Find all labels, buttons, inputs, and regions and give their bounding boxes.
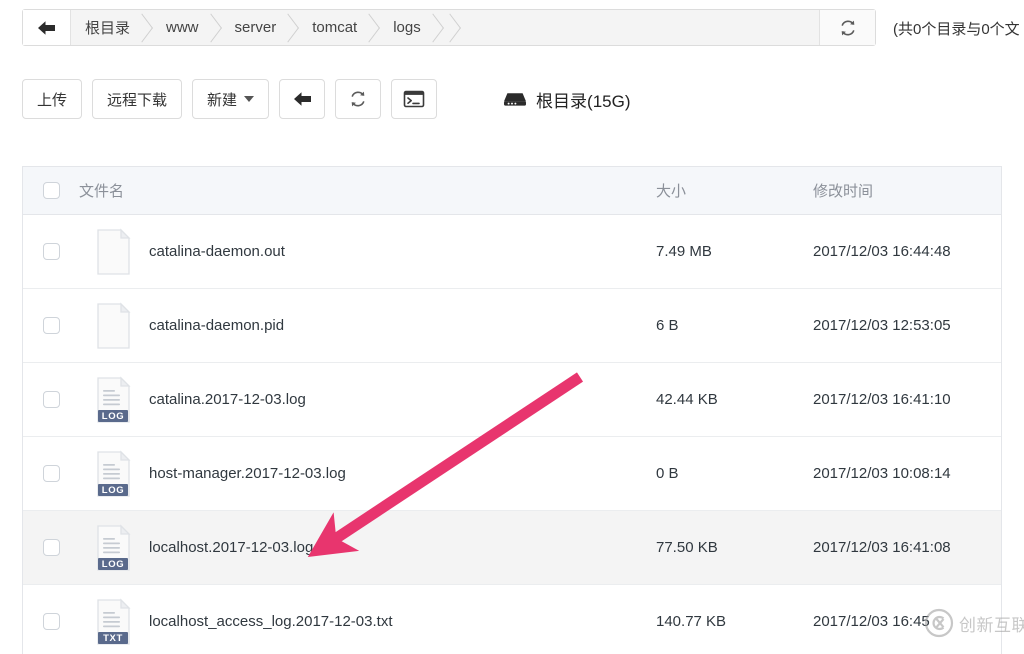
column-header-time[interactable]: 修改时间 [813,180,1001,201]
row-checkbox[interactable] [42,465,60,482]
breadcrumb-item-label: www [166,19,199,36]
file-time-cell: 2017/12/03 16:41:08 [813,539,951,556]
file-name-label: localhost.2017-12-03.log [149,539,314,556]
file-table: 文件名 大小 修改时间 catalina-daemon.out 7.49 MB 20… [22,166,1002,654]
file-blank-icon [95,227,135,276]
file-name-cell[interactable]: LOG catalina.2017-12-03.log [79,375,656,424]
file-name-cell[interactable]: LOG host-manager.2017-12-03.log [79,449,656,498]
file-size-cell: 42.44 KB [656,391,718,408]
toolbar-refresh-button[interactable] [335,79,382,119]
row-checkbox[interactable] [42,613,60,630]
new-dropdown-button[interactable]: 新建 [192,79,270,119]
file-name-label: catalina-daemon.out [149,243,285,260]
table-row[interactable]: LOG host-manager.2017-12-03.log 0 B 2017/12… [23,437,1001,511]
file-manager-page: 根目录 www server tomcat logs (共0个目录与0个文 上传… [0,0,1024,654]
column-header-name[interactable]: 文件名 [79,180,656,201]
file-log-icon: LOG [95,449,135,498]
file-size-cell: 7.49 MB [656,243,712,260]
file-blank-icon [95,301,135,350]
breadcrumb-list: 根目录 www server tomcat logs [71,10,819,45]
row-select-cell [23,391,79,408]
file-name-cell[interactable]: LOG localhost.2017-12-03.log [79,523,656,572]
breadcrumb-item-label: tomcat [312,19,358,36]
file-size-cell: 6 B [656,317,679,334]
row-checkbox[interactable] [42,243,60,260]
breadcrumb-item-logs[interactable]: logs [377,10,441,45]
file-txt-icon: TXT [95,597,135,646]
file-name-cell[interactable]: catalina-daemon.out [79,227,656,276]
breadcrumb-tail [441,10,471,45]
toolbar: 上传 远程下载 新建 根目录(15G) [22,79,631,119]
column-header-name-label: 文件名 [79,183,125,200]
file-time-cell: 2017/12/03 16:41:10 [813,391,951,408]
table-row[interactable]: TXT localhost_access_log.2017-12-03.txt 14… [23,585,1001,654]
watermark: 创新互联 [924,608,1024,638]
breadcrumb-item-label: server [234,19,277,36]
file-name-cell[interactable]: catalina-daemon.pid [79,301,656,350]
breadcrumb-item-server[interactable]: server [219,10,297,45]
new-dropdown-label: 新建 [207,91,238,109]
table-row[interactable]: catalina-daemon.out 7.49 MB 2017/12/03 16:… [23,215,1001,289]
file-name-label: host-manager.2017-12-03.log [149,465,346,482]
terminal-icon [403,90,425,108]
select-all-checkbox[interactable] [42,182,60,199]
refresh-icon [840,20,855,35]
file-log-icon: LOG [95,375,135,424]
svg-text:LOG: LOG [102,411,124,422]
row-checkbox[interactable] [42,539,60,556]
watermark-text: 创新互联 [959,615,1024,635]
row-select-cell [23,243,79,260]
row-checkbox[interactable] [42,317,60,334]
disk-label-text: 根目录(15G) [536,91,631,111]
table-header-row: 文件名 大小 修改时间 [23,167,1001,215]
row-select-cell [23,465,79,482]
row-select-cell [23,613,79,630]
breadcrumb: 根目录 www server tomcat logs [22,9,876,46]
file-name-cell[interactable]: TXT localhost_access_log.2017-12-03.txt [79,597,656,646]
breadcrumb-refresh-button[interactable] [819,10,875,45]
breadcrumb-item-www[interactable]: www [150,10,219,45]
row-select-cell [23,317,79,334]
file-name-label: localhost_access_log.2017-12-03.txt [149,613,393,630]
harddisk-icon [504,93,527,106]
table-body: catalina-daemon.out 7.49 MB 2017/12/03 16:… [23,215,1001,654]
remote-download-button[interactable]: 远程下载 [92,79,183,119]
breadcrumb-item-root[interactable]: 根目录 [71,10,150,45]
table-row[interactable]: catalina-daemon.pid 6 B 2017/12/03 12:53:0… [23,289,1001,363]
row-select-cell [23,539,79,556]
disk-label: 根目录(15G) [503,87,631,112]
file-name-label: catalina.2017-12-03.log [149,391,306,408]
breadcrumb-item-label: logs [393,19,421,36]
file-time-cell: 2017/12/03 12:53:05 [813,317,951,334]
file-log-icon: LOG [95,523,135,572]
svg-text:LOG: LOG [102,559,124,570]
row-checkbox[interactable] [42,391,60,408]
table-row[interactable]: LOG catalina.2017-12-03.log 42.44 KB 2017/1… [23,363,1001,437]
breadcrumb-item-tomcat[interactable]: tomcat [296,10,377,45]
refresh-icon [351,91,365,107]
back-arrow-icon [293,92,311,106]
column-header-size[interactable]: 大小 [656,180,813,201]
svg-text:TXT: TXT [103,633,123,644]
select-all-cell [23,182,79,199]
breadcrumb-item-label: 根目录 [85,20,131,37]
file-size-cell: 77.50 KB [656,539,718,556]
terminal-button[interactable] [391,79,438,119]
watermark-logo-icon [924,608,954,638]
chevron-down-icon [244,96,255,102]
file-size-cell: 140.77 KB [656,613,727,630]
item-count-text: (共0个目录与0个文 [893,21,1020,38]
file-size-cell: 0 B [656,465,679,482]
breadcrumb-back-button[interactable] [23,10,71,45]
file-name-label: catalina-daemon.pid [149,317,285,334]
table-row[interactable]: LOG localhost.2017-12-03.log 77.50 KB 2017/… [23,511,1001,585]
svg-text:LOG: LOG [102,485,124,496]
toolbar-back-button[interactable] [279,79,326,119]
file-time-cell: 2017/12/03 10:08:14 [813,465,951,482]
file-time-cell: 2017/12/03 16:44:48 [813,243,951,260]
upload-button[interactable]: 上传 [22,79,83,119]
